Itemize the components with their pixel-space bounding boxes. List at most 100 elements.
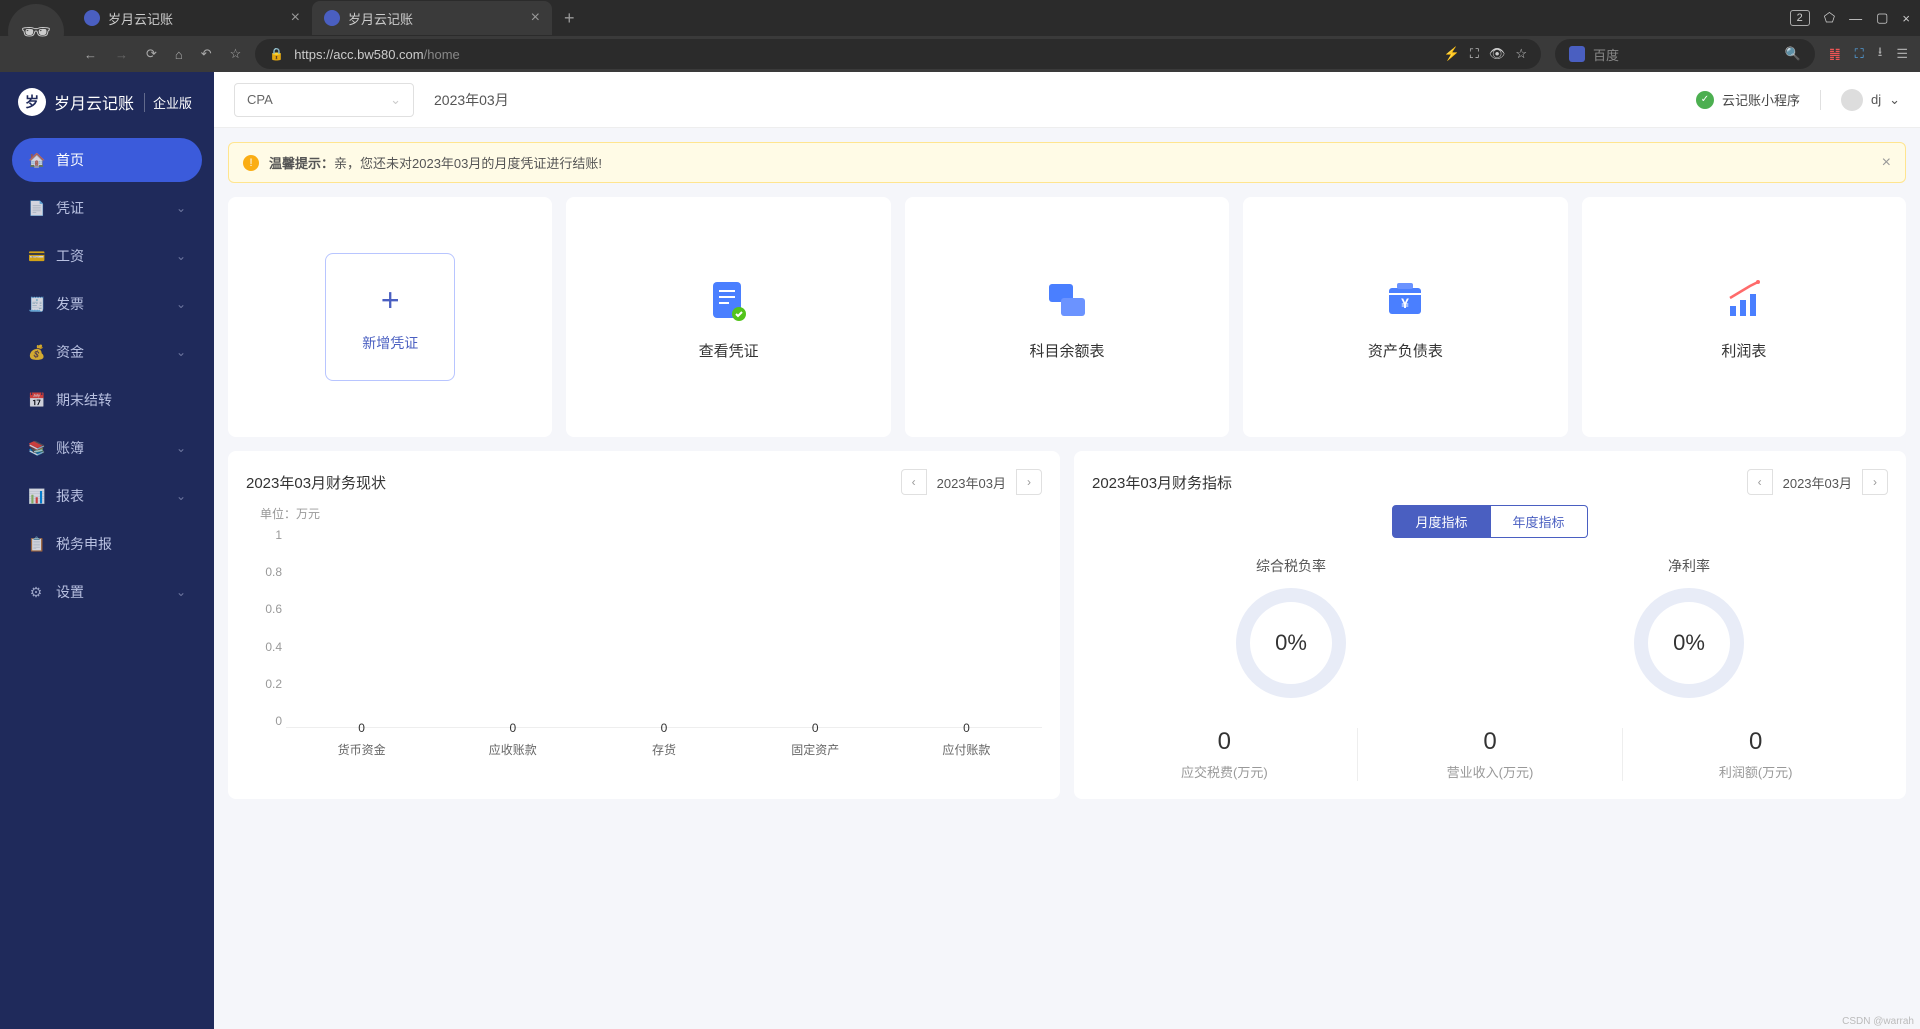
card-title: 资产负债表 (1368, 340, 1443, 361)
username: dj (1871, 92, 1881, 107)
next-month-button[interactable]: › (1862, 469, 1888, 495)
incognito-icon: 🕶 (8, 4, 64, 60)
prev-month-button[interactable]: ‹ (901, 469, 927, 495)
bar-label: 应付账款 (891, 741, 1042, 758)
sidebar-item-8[interactable]: 📋税务申报 (12, 522, 202, 566)
mini-program-link[interactable]: ✓ 云记账小程序 (1696, 90, 1800, 109)
metric-label: 净利率 (1634, 556, 1744, 576)
tab-counter[interactable]: 2 (1790, 10, 1810, 26)
quick-cards: + 新增凭证 查看凭证科目余额表 ¥ 资产负债表 利润表 (228, 197, 1906, 437)
bar-label: 固定资产 (740, 741, 891, 758)
browser-tab[interactable]: 岁月云记账 × (312, 1, 552, 35)
address-bar: ← → ⟳ ⌂ ↶ ☆ 🔒 https://acc.bw580.com/home… (0, 36, 1920, 72)
undo-icon[interactable]: ↶ (201, 46, 212, 62)
tab-monthly[interactable]: 月度指标 (1392, 505, 1490, 538)
y-tick: 0.2 (246, 677, 282, 691)
stat-label: 利润额(万元) (1623, 762, 1888, 781)
chevron-down-icon: ⌄ (390, 92, 401, 108)
quick-card-balance[interactable]: 科目余额表 (905, 197, 1229, 437)
menu-label: 设置 (56, 582, 164, 602)
logo-icon: 岁 (18, 88, 46, 116)
menu-label: 凭证 (56, 198, 164, 218)
home-icon[interactable]: ⌂ (175, 47, 183, 62)
extension-icon[interactable]: ⬠ (1824, 10, 1835, 26)
tab-yearly[interactable]: 年度指标 (1491, 505, 1588, 538)
menu-label: 发票 (56, 294, 164, 314)
browser-tab[interactable]: 岁月云记账 × (72, 1, 312, 35)
card-title: 科目余额表 (1030, 340, 1105, 361)
menu-label: 首页 (56, 150, 186, 170)
quick-card-liability[interactable]: ¥ 资产负债表 (1243, 197, 1567, 437)
prev-month-button[interactable]: ‹ (1747, 469, 1773, 495)
date-navigator: ‹ 2023年03月 › (1747, 469, 1888, 495)
forward-icon[interactable]: → (115, 47, 128, 62)
sidebar-item-6[interactable]: 📚账簿⌄ (12, 426, 202, 470)
menu-label: 资金 (56, 342, 164, 362)
download-icon[interactable]: ⭳ (1878, 43, 1883, 65)
donut-chart: 0% (1634, 588, 1744, 698)
reload-icon[interactable]: ⟳ (146, 46, 157, 62)
card-title: 新增凭证 (362, 333, 418, 353)
next-month-button[interactable]: › (1016, 469, 1042, 495)
sidebar-item-0[interactable]: 🏠首页 (12, 138, 202, 182)
crop-icon[interactable]: ⛶ (1855, 46, 1864, 62)
x-item: 0货币资金 (286, 721, 437, 758)
sidebar-item-2[interactable]: 💳工资⌄ (12, 234, 202, 278)
sidebar-item-3[interactable]: 🧾发票⌄ (12, 282, 202, 326)
plus-icon: + (381, 282, 400, 319)
account-selector[interactable]: CPA ⌄ (234, 83, 414, 117)
minimize-icon[interactable]: — (1849, 11, 1862, 26)
quick-card-view[interactable]: 查看凭证 (566, 197, 890, 437)
url-input[interactable]: 🔒 https://acc.bw580.com/home ⚡ ⛶ 👁 ☆ (255, 39, 1541, 69)
flash-icon[interactable]: ⚡ (1444, 46, 1460, 62)
new-tab-button[interactable]: + (552, 8, 587, 29)
alert-text: 温馨提示：亲，您还未对2023年03月的月度凭证进行结账! (269, 153, 602, 172)
user-menu[interactable]: dj ⌄ (1841, 89, 1900, 111)
svg-text:¥: ¥ (1402, 295, 1410, 311)
wechat-icon: ✓ (1696, 91, 1714, 109)
star-icon[interactable]: ☆ (230, 46, 242, 62)
y-tick: 0.4 (246, 640, 282, 654)
maximize-icon[interactable]: ▢ (1876, 10, 1888, 26)
stat-value: 0 (1092, 728, 1357, 756)
sidebar-item-4[interactable]: 💰资金⌄ (12, 330, 202, 374)
scan-icon[interactable]: ⛶ (1470, 46, 1479, 62)
sidebar: 岁 岁月云记账 企业版 🏠首页📄凭证⌄💳工资⌄🧾发票⌄💰资金⌄📅期末结转📚账簿⌄… (0, 72, 214, 1029)
date-text: 2023年03月 (927, 473, 1016, 492)
bookmark-icon[interactable]: ☆ (1515, 46, 1527, 62)
close-icon[interactable]: × (531, 9, 540, 27)
search-input[interactable]: 百度 🔍 (1555, 39, 1815, 69)
sidebar-item-1[interactable]: 📄凭证⌄ (12, 186, 202, 230)
eye-off-icon[interactable]: 👁 (1489, 46, 1506, 62)
menu-icon[interactable]: ☰ (1896, 46, 1908, 62)
liability-icon: ¥ (1379, 274, 1431, 326)
sidebar-item-9[interactable]: ⚙设置⌄ (12, 570, 202, 614)
quick-card-add[interactable]: + 新增凭证 (228, 197, 552, 437)
tab-title: 岁月云记账 (348, 9, 523, 28)
quick-card-profit[interactable]: 利润表 (1582, 197, 1906, 437)
close-icon[interactable]: × (291, 9, 300, 27)
chevron-down-icon: ⌄ (176, 201, 186, 215)
bar-value: 0 (588, 721, 739, 735)
back-icon[interactable]: ← (84, 47, 97, 62)
window-close-icon[interactable]: × (1902, 11, 1910, 26)
logo-text: 岁月云记账 (54, 90, 134, 114)
menu-icon: 📋 (28, 536, 44, 553)
close-icon[interactable]: × (1882, 154, 1891, 172)
sidebar-item-5[interactable]: 📅期末结转 (12, 378, 202, 422)
browser-chrome: 🕶 岁月云记账 × 岁月云记账 × + 2 ⬠ — ▢ × ← → ⟳ ⌂ ↶ … (0, 0, 1920, 72)
y-tick: 1 (246, 528, 282, 542)
topbar: CPA ⌄ 2023年03月 ✓ 云记账小程序 dj ⌄ (214, 72, 1920, 128)
x-axis: 0货币资金0应收账款0存货0固定资产0应付账款 (286, 721, 1042, 758)
sidebar-item-7[interactable]: 📊报表⌄ (12, 474, 202, 518)
balance-icon (1041, 274, 1093, 326)
search-placeholder: 百度 (1593, 45, 1619, 64)
menu-label: 工资 (56, 246, 164, 266)
translate-icon[interactable]: ䷽ (1829, 46, 1841, 62)
x-item: 0固定资产 (740, 721, 891, 758)
view-icon (703, 274, 755, 326)
x-item: 0应收账款 (437, 721, 588, 758)
search-icon[interactable]: 🔍 (1785, 46, 1801, 62)
bar-label: 应收账款 (437, 741, 588, 758)
period-text[interactable]: 2023年03月 (434, 90, 509, 110)
